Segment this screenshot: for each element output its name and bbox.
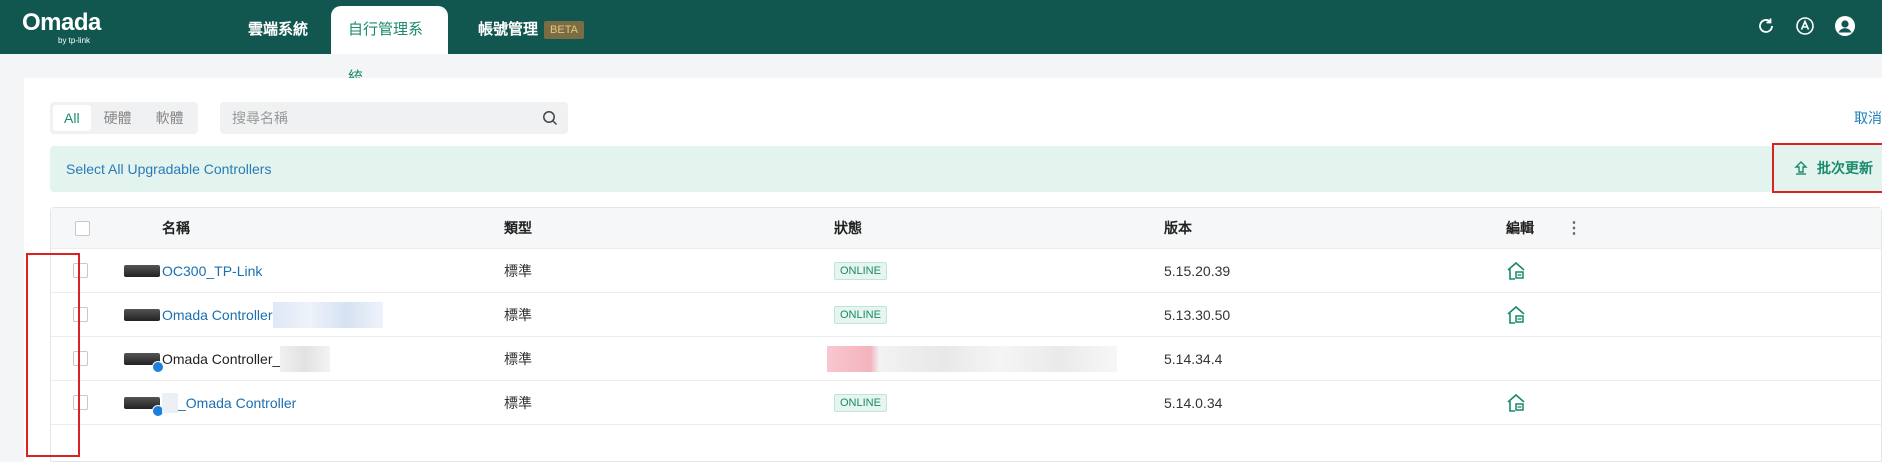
column-version[interactable]: 版本 [1164, 208, 1192, 248]
controller-type: 標準 [504, 306, 532, 323]
table-row: OC300_TP-Link 標準 ONLINE 5.15.20.39 [51, 249, 1881, 293]
column-type[interactable]: 類型 [504, 208, 532, 248]
controller-version: 5.14.0.34 [1164, 394, 1223, 411]
controller-name: Omada Controller_ [162, 350, 281, 367]
cancel-button[interactable]: 取消 [1854, 108, 1882, 128]
controller-device-icon [124, 264, 160, 277]
table-row: _Omada Controller 標準 ONLINE 5.14.0.34 [51, 381, 1881, 425]
tab-label: 自行管理系統 [348, 21, 424, 86]
brand-subtitle: by tp-link [58, 36, 91, 45]
checkbox-highlight-box [26, 253, 80, 457]
brand-name: Omada [22, 9, 101, 36]
controller-device-icon [124, 308, 160, 321]
column-name[interactable]: 名稱 [162, 208, 190, 248]
tab-account-management[interactable]: 帳號管理 BETA [460, 6, 602, 54]
filter-hardware[interactable]: 硬體 [93, 105, 143, 131]
redacted-name-prefix [162, 392, 178, 413]
select-all-banner: Select All Upgradable Controllers 批次更新 [50, 143, 1882, 193]
controller-version: 5.13.30.50 [1164, 306, 1231, 323]
controller-type: 標準 [504, 394, 532, 411]
manage-home-icon[interactable] [1506, 393, 1526, 413]
status-badge: ONLINE [834, 305, 887, 324]
table-header: 名稱 類型 狀態 版本 編輯 ⋮ [51, 208, 1881, 249]
search-icon[interactable] [542, 110, 558, 126]
upload-arrow-icon [1794, 161, 1808, 175]
tab-label: 帳號管理 [478, 21, 539, 38]
select-all-checkbox[interactable] [75, 220, 90, 236]
controller-type: 標準 [504, 350, 532, 367]
search-box [220, 102, 568, 134]
manage-home-icon[interactable] [1506, 305, 1526, 325]
controller-type: 標準 [504, 262, 532, 279]
controller-version: 5.14.34.4 [1164, 350, 1223, 367]
controller-device-icon [124, 396, 164, 417]
filter-all[interactable]: All [53, 105, 91, 131]
controller-device-icon [124, 352, 164, 373]
controller-name-link[interactable]: Omada Controller [162, 307, 273, 323]
controllers-table: 名稱 類型 狀態 版本 編輯 ⋮ OC300_TP-Link 標準 ONLINE… [50, 207, 1882, 462]
tab-label: 雲端系統 [248, 21, 309, 38]
table-row: Omada Controller 標準 ONLINE 5.13.30.50 [51, 293, 1881, 337]
select-all-upgradable-link[interactable]: Select All Upgradable Controllers [66, 161, 271, 177]
column-edit: 編輯 [1506, 220, 1534, 236]
status-badge: ONLINE [834, 393, 887, 412]
omada-logo[interactable]: Omada by tp-link [22, 9, 101, 46]
beta-badge: BETA [544, 21, 584, 40]
column-options-icon[interactable]: ⋮ [1566, 208, 1582, 248]
column-status[interactable]: 狀態 [834, 208, 862, 248]
redacted-name-suffix [280, 345, 331, 372]
batch-update-label: 批次更新 [1817, 160, 1873, 176]
manage-home-icon[interactable] [1506, 261, 1526, 281]
batch-update-button[interactable]: 批次更新 [1772, 143, 1882, 193]
tab-self-managed-system[interactable]: 自行管理系統 [331, 6, 448, 86]
filter-software[interactable]: 軟體 [145, 105, 195, 131]
refresh-icon[interactable] [1755, 15, 1777, 37]
upgrade-icon[interactable] [1794, 15, 1816, 37]
status-badge: ONLINE [834, 261, 887, 280]
tab-cloud-system[interactable]: 雲端系統 [230, 6, 326, 54]
type-filter-segmented: All 硬體 軟體 [50, 102, 198, 134]
user-avatar-icon[interactable] [1834, 15, 1856, 37]
table-row: Omada Controller_ 標準 5.14.34.4 [51, 337, 1881, 381]
controller-version: 5.15.20.39 [1164, 262, 1231, 279]
top-navigation-bar: Omada by tp-link 雲端系統 自行管理系統 帳號管理 BETA [0, 0, 1882, 86]
controller-list-panel: All 硬體 軟體 取消 Select All Upgradable Contr… [24, 78, 1882, 462]
redacted-name-suffix [272, 301, 383, 328]
search-input[interactable] [220, 102, 520, 134]
controller-name-link[interactable]: _Omada Controller [178, 395, 296, 411]
redacted-status [827, 345, 1117, 372]
controller-name-link[interactable]: OC300_TP-Link [162, 249, 262, 292]
